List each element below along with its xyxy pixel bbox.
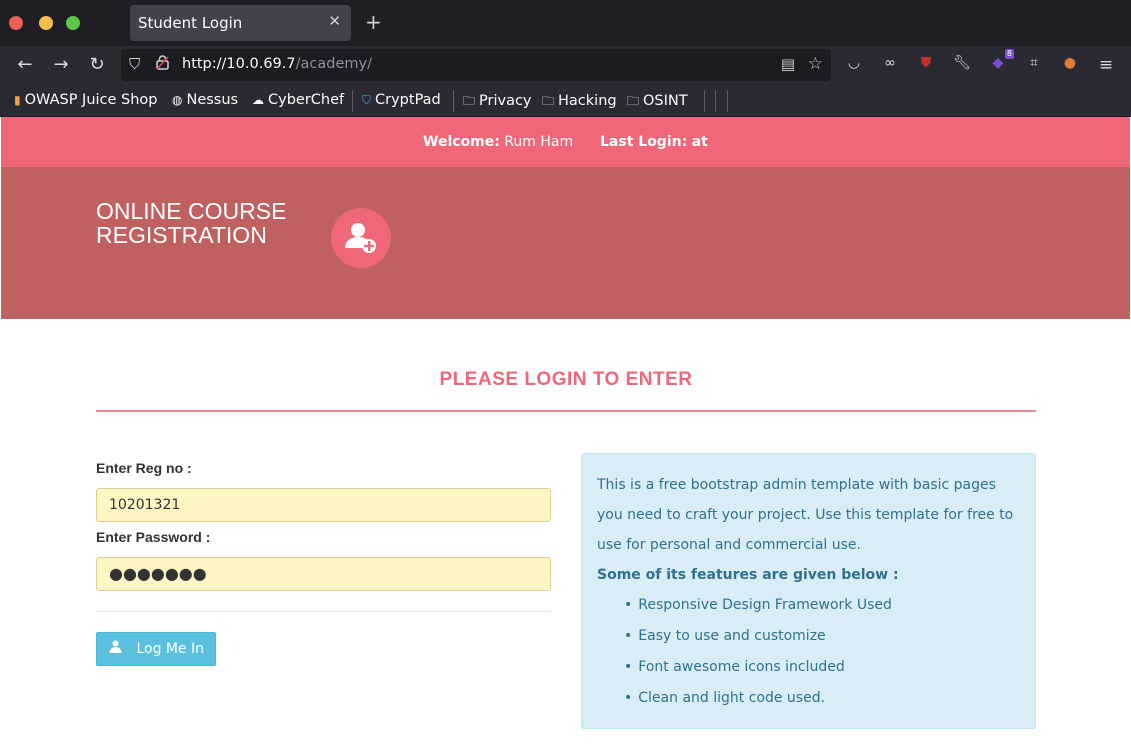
info-text: This is a free bootstrap admin template … bbox=[597, 477, 1014, 553]
folder-icon: 🗀 bbox=[463, 94, 476, 108]
globe-icon: ◍ bbox=[172, 93, 183, 107]
bookmark-separator bbox=[352, 90, 353, 112]
tab-close-icon[interactable]: ✕ bbox=[328, 12, 341, 30]
page-title: PLEASE LOGIN TO ENTER bbox=[439, 369, 693, 390]
url-text[interactable]: http://10.0.69.7/academy/ bbox=[182, 56, 372, 72]
bookmark-owasp-juice-shop[interactable]: ▮ OWASP Juice Shop bbox=[14, 92, 158, 108]
welcome-text: Welcome: Rum Ham bbox=[423, 134, 573, 150]
bookmark-folder-osint[interactable]: 🗀 OSINT bbox=[627, 92, 688, 113]
window-minimize-button[interactable] bbox=[39, 16, 53, 30]
info-panel: This is a free bootstrap admin template … bbox=[581, 453, 1036, 729]
bookmark-cyberchef[interactable]: ☁ CyberChef bbox=[252, 92, 344, 108]
features-heading: Some of its features are given below : bbox=[597, 567, 899, 583]
bookmark-label: OWASP Juice Shop bbox=[24, 92, 158, 108]
bookmark-separator bbox=[727, 90, 728, 112]
login-button[interactable]: Log Me In bbox=[96, 632, 216, 666]
extension-stack-icon[interactable]: ◆ 8 bbox=[988, 49, 1014, 75]
wrench-icon[interactable]: 🔧︎ bbox=[952, 55, 972, 75]
welcome-label: Welcome: bbox=[423, 134, 500, 150]
bookmark-folder-hacking[interactable]: 🗀 Hacking bbox=[542, 92, 617, 113]
bookmark-label: Hacking bbox=[558, 93, 617, 109]
private-mask-icon[interactable]: ∞ bbox=[880, 55, 900, 75]
browser-tab-bar: Student Login ✕ + bbox=[0, 0, 1131, 46]
title-divider bbox=[96, 410, 1036, 412]
window-maximize-button[interactable] bbox=[66, 16, 80, 30]
bookmark-folder-privacy[interactable]: 🗀 Privacy bbox=[463, 92, 532, 113]
bookmark-nessus[interactable]: ◍ Nessus bbox=[172, 92, 238, 108]
form-divider bbox=[96, 611, 551, 612]
cryptpad-icon: ⛉ bbox=[362, 93, 372, 107]
login-button-label: Log Me In bbox=[136, 641, 205, 657]
regno-label: Enter Reg no : bbox=[96, 460, 192, 476]
brand-line-1: ONLINE COURSE bbox=[96, 198, 287, 224]
bookmarks-toolbar: ▮ OWASP Juice Shop ◍ Nessus ☁ CyberChef ⛉ Cr… bbox=[0, 86, 1131, 117]
url-host: http://10.0.69.7 bbox=[182, 56, 296, 72]
extension-badge: 8 bbox=[1004, 49, 1014, 59]
reader-view-icon[interactable]: ▤ bbox=[781, 55, 795, 73]
bookmark-star-icon[interactable]: ☆ bbox=[808, 54, 823, 74]
welcome-name: Rum Ham bbox=[504, 134, 574, 150]
bookmark-separator bbox=[715, 90, 716, 112]
bookmark-label: Nessus bbox=[186, 92, 239, 108]
bookmark-separator bbox=[704, 90, 705, 112]
bookmark-cryptpad[interactable]: ⛉ CryptPad bbox=[362, 92, 441, 108]
last-login-label: Last Login: bbox=[600, 134, 688, 150]
browser-nav-bar: ← → ↻ ⛉ http://10.0.69.7/academy/ ▤ ☆ ◡ … bbox=[0, 46, 1131, 86]
bookmark-label: OSINT bbox=[643, 93, 688, 109]
folder-icon: 🗀 bbox=[542, 94, 555, 108]
address-bar[interactable]: ⛉ http://10.0.69.7/academy/ ▤ ☆ bbox=[121, 49, 831, 81]
site-header: ONLINE COURSE REGISTRATION bbox=[1, 167, 1130, 319]
tab-student-login[interactable]: Student Login ✕ bbox=[130, 5, 351, 41]
last-login-value: at bbox=[691, 134, 708, 150]
forward-icon[interactable]: → bbox=[49, 54, 73, 75]
insecure-lock-icon[interactable] bbox=[156, 55, 169, 74]
foxyproxy-icon[interactable]: ● bbox=[1060, 55, 1080, 75]
tab-title: Student Login bbox=[138, 14, 243, 32]
chef-icon: ☁ bbox=[252, 93, 264, 107]
user-icon bbox=[109, 640, 126, 657]
pocket-icon[interactable]: ◡ bbox=[844, 55, 864, 75]
folder-icon: 🗀 bbox=[627, 94, 640, 108]
menu-icon[interactable]: ≡ bbox=[1096, 55, 1116, 75]
list-item: Clean and light code used. bbox=[624, 683, 892, 714]
bookmark-label: CryptPad bbox=[375, 92, 441, 108]
brand-line-2: REGISTRATION bbox=[96, 222, 267, 248]
bookmark-separator bbox=[453, 90, 454, 112]
new-tab-button[interactable]: + bbox=[365, 10, 382, 34]
list-item: Easy to use and customize bbox=[624, 621, 892, 652]
url-path: /academy/ bbox=[295, 56, 372, 72]
crop-icon[interactable]: ⌗ bbox=[1024, 55, 1044, 75]
bookmark-label: Privacy bbox=[479, 93, 532, 109]
site-brand[interactable]: ONLINE COURSE REGISTRATION bbox=[96, 199, 286, 247]
regno-input[interactable]: 10201321 bbox=[96, 488, 551, 522]
features-list: Responsive Design Framework Used Easy to… bbox=[624, 590, 892, 714]
back-icon[interactable]: ← bbox=[13, 54, 37, 75]
list-item: Font awesome icons included bbox=[624, 652, 892, 683]
bookmark-label: CyberChef bbox=[268, 92, 345, 108]
tracking-shield-icon[interactable]: ⛉ bbox=[129, 55, 140, 73]
juice-icon: ▮ bbox=[14, 93, 21, 107]
list-item: Responsive Design Framework Used bbox=[624, 590, 892, 621]
ublock-icon[interactable]: ⛊ bbox=[916, 55, 936, 75]
reload-icon[interactable]: ↻ bbox=[85, 54, 109, 75]
password-input[interactable]: ●●●●●●● bbox=[96, 557, 551, 591]
add-user-icon bbox=[331, 208, 391, 268]
last-login-text: Last Login: at bbox=[600, 134, 708, 150]
welcome-strip: Welcome: Rum Ham Last Login: at bbox=[1, 117, 1130, 167]
password-label: Enter Password : bbox=[96, 529, 211, 545]
window-close-button[interactable] bbox=[9, 16, 23, 30]
